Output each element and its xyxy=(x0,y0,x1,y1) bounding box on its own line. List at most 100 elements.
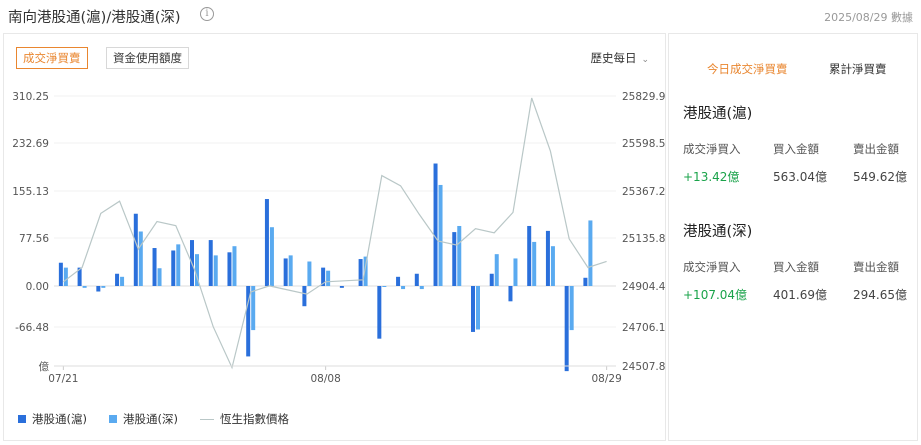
bar-sz xyxy=(457,225,462,286)
combo-chart: 310.25 232.69 155.13 77.56 0.00 -66.48 億 25829.… xyxy=(12,91,665,385)
bar-sh xyxy=(414,273,419,286)
legend-label-sh: 港股通(滬) xyxy=(32,412,87,426)
bar-sh xyxy=(545,230,550,286)
bar-sz xyxy=(120,276,125,286)
bar-sz xyxy=(419,286,424,290)
header-buy-sh: 買入金額 xyxy=(773,142,819,156)
tab-cumulative-net[interactable]: 累計淨買賣 xyxy=(829,61,887,77)
bar-sh xyxy=(339,286,344,288)
legend-item-sh[interactable]: 港股通(滬) xyxy=(18,411,87,427)
page-title: 南向港股通(滬)/港股通(深) xyxy=(8,10,181,26)
left-tick-label: 310.25 xyxy=(12,91,49,103)
bar-sz xyxy=(63,267,68,286)
bar-sh xyxy=(583,277,588,286)
bar-sz xyxy=(269,227,274,286)
bar-sh xyxy=(227,252,232,286)
data-date: 2025/08/29 數據 xyxy=(824,11,913,24)
bar-sh xyxy=(302,286,307,307)
bar-sh xyxy=(171,250,176,286)
bar-sh xyxy=(133,213,138,286)
value-buy-sh: 563.04億 xyxy=(773,170,827,184)
section-title-sh: 港股通(滬) xyxy=(683,106,753,122)
bar-sz xyxy=(101,286,106,288)
value-sell-sh: 549.62億 xyxy=(853,170,907,184)
bar-sh xyxy=(358,259,363,286)
legend-item-sz[interactable]: 港股通(深) xyxy=(108,411,178,427)
bar-sh xyxy=(208,240,213,286)
bar-sh xyxy=(433,163,438,286)
bar-sz xyxy=(438,184,443,286)
bar-sz xyxy=(176,244,181,286)
right-tick-label: 25829.9 xyxy=(622,91,665,103)
legend-swatch-sz xyxy=(108,415,117,423)
bar-sh xyxy=(58,262,63,286)
bar-sh xyxy=(452,232,457,286)
legend-label-sz: 港股通(深) xyxy=(122,412,178,426)
right-tick-label: 24706.1 xyxy=(622,322,665,334)
header: 南向港股通(滬)/港股通(深) i 2025/08/29 數據 xyxy=(0,0,921,30)
x-tick-label: 08/29 xyxy=(592,373,622,385)
bar-sh xyxy=(264,199,269,286)
bar-sz xyxy=(288,255,293,286)
left-tick-label: 0.00 xyxy=(26,281,49,293)
bar-sz xyxy=(82,286,87,288)
right-tick-label: 24904.4 xyxy=(622,281,665,293)
chart-panel: 成交淨買賣 資金使用額度 歷史每日 ⌄ 310.25 232.69 155.13 77.… xyxy=(3,33,666,441)
legend-item-hsi[interactable]: 恆生指數價格 xyxy=(199,411,289,427)
bar-sh xyxy=(564,286,569,372)
bar-sz xyxy=(326,270,331,286)
x-tick-label: 08/08 xyxy=(311,373,341,385)
bar-sh xyxy=(115,273,120,286)
bar-sh xyxy=(152,248,157,286)
bar-sz xyxy=(513,258,518,286)
bar-sh xyxy=(96,286,101,292)
legend-swatch-hsi xyxy=(199,418,214,420)
left-tick-label: 77.56 xyxy=(19,233,49,245)
header-net-buy-sh: 成交淨買入 xyxy=(683,142,741,156)
left-tick-label: 232.69 xyxy=(12,138,49,150)
bar-sz xyxy=(476,286,480,330)
bar-sz xyxy=(382,286,387,287)
right-tick-label: 25598.5 xyxy=(622,138,665,150)
bar-sz xyxy=(138,231,143,286)
bar-sz xyxy=(532,241,537,286)
left-tick-label: -66.48 xyxy=(15,322,49,334)
bar-sz xyxy=(494,254,499,286)
bar-sz xyxy=(550,246,555,286)
legend-swatch-sh xyxy=(18,415,26,423)
left-tick-label: 億 xyxy=(39,360,50,373)
bar-sh xyxy=(283,258,288,286)
header-buy-sz: 買入金額 xyxy=(773,260,819,274)
tab-today-net[interactable]: 今日成交淨買賣 xyxy=(707,61,788,77)
bar-sz xyxy=(251,286,256,331)
bar-sh xyxy=(396,276,401,286)
bar-sz xyxy=(157,268,162,286)
value-buy-sz: 401.69億 xyxy=(773,288,827,302)
summary-panel: 今日成交淨買賣 累計淨買賣 港股通(滬) 成交淨買入 買入金額 賣出金額 +13… xyxy=(668,33,918,441)
value-sell-sz: 294.65億 xyxy=(853,288,907,302)
bar-sz xyxy=(569,286,574,331)
value-net-buy-sz: +107.04億 xyxy=(683,288,748,302)
header-sell-sh: 賣出金額 xyxy=(853,142,899,156)
right-tick-label: 25135.8 xyxy=(622,233,665,245)
bar-sz xyxy=(213,255,218,286)
right-tick-label: 25367.2 xyxy=(622,186,665,198)
header-net-buy-sz: 成交淨買入 xyxy=(683,260,741,274)
bar-sh xyxy=(377,286,382,339)
bar-sz xyxy=(232,246,237,286)
value-net-buy-sh: +13.42億 xyxy=(683,170,740,184)
chart-legend: 港股通(滬) 港股通(深) 恆生指數價格 xyxy=(18,411,311,427)
section-title-sz: 港股通(深) xyxy=(683,224,753,240)
bar-sh xyxy=(527,225,532,286)
right-tick-label: 24507.8 xyxy=(622,361,665,373)
bar-sh xyxy=(489,273,494,286)
bar-sh xyxy=(508,286,513,302)
legend-label-hsi: 恆生指數價格 xyxy=(219,412,289,426)
x-tick-label: 07/21 xyxy=(48,373,78,385)
bar-sh xyxy=(471,286,475,332)
left-tick-label: 155.13 xyxy=(12,186,49,198)
bar-sz xyxy=(588,220,593,286)
bar-sz xyxy=(307,261,312,286)
bar-sz xyxy=(401,286,406,290)
info-icon[interactable]: i xyxy=(200,7,214,21)
